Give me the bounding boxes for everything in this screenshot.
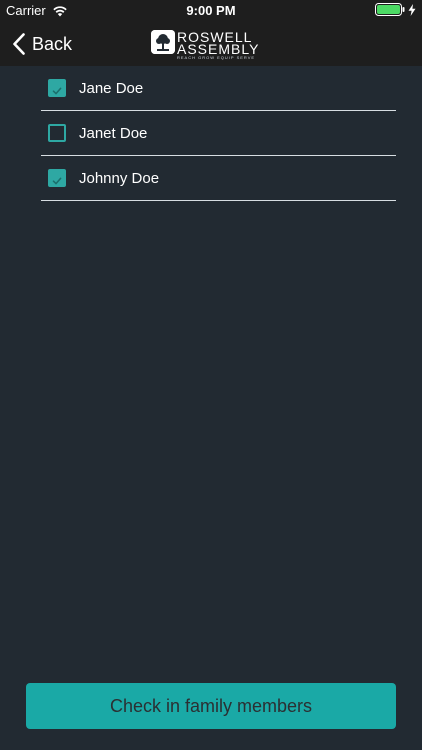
list-item[interactable]: Jane Doe [41,66,396,111]
checkmark-icon [52,173,62,185]
tree-logo-icon [151,30,175,54]
member-name: Jane Doe [79,79,144,97]
member-checkbox[interactable] [48,169,66,187]
logo-text-bottom: ASSEMBLY [177,41,260,57]
status-time: 9:00 PM [186,3,236,18]
logo-tagline: REACH GROW EQUIP SERVE [177,55,256,60]
roswell-assembly-logo: ROSWELL ASSEMBLY REACH GROW EQUIP SERVE [151,28,271,60]
bolt-icon [408,3,416,16]
member-checkbox[interactable] [48,79,66,97]
member-name: Janet Doe [79,124,148,142]
check-in-family-members-button[interactable]: Check in family members [26,683,396,729]
chevron-left-icon [12,33,26,55]
battery-icon [375,3,405,16]
list-item[interactable]: Johnny Doe [41,156,396,201]
status-bar: Carrier 9:00 PM [0,0,422,22]
checkmark-icon [52,83,62,95]
member-checkbox[interactable] [48,124,66,142]
check-in-button-label: Check in family members [109,695,313,716]
back-button[interactable]: Back [12,30,72,58]
list-item[interactable]: Janet Doe [41,111,396,156]
status-right [375,3,416,16]
navigation-bar: Back ROSWELL ASSEMBLY REACH GROW EQUIP S… [0,22,422,66]
family-member-list: Jane Doe Janet Doe Johnny Doe [41,66,396,201]
member-name: Johnny Doe [79,169,160,187]
back-label: Back [32,33,73,54]
